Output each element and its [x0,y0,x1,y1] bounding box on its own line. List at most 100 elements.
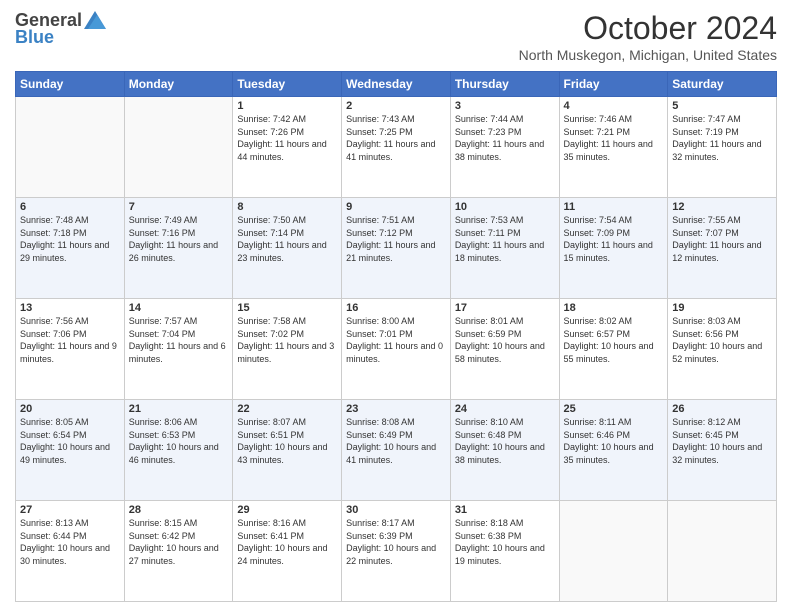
header: General Blue October 2024 North Muskegon… [15,10,777,63]
day-info: Sunrise: 7:57 AMSunset: 7:04 PMDaylight:… [129,315,229,365]
day-number: 7 [129,201,229,213]
table-row: 30Sunrise: 8:17 AMSunset: 6:39 PMDayligh… [342,501,451,602]
col-friday: Friday [559,72,668,97]
table-row: 5Sunrise: 7:47 AMSunset: 7:19 PMDaylight… [668,97,777,198]
day-number: 12 [672,201,772,213]
table-row: 28Sunrise: 8:15 AMSunset: 6:42 PMDayligh… [124,501,233,602]
table-row: 31Sunrise: 8:18 AMSunset: 6:38 PMDayligh… [450,501,559,602]
table-row: 13Sunrise: 7:56 AMSunset: 7:06 PMDayligh… [16,299,125,400]
day-info: Sunrise: 8:10 AMSunset: 6:48 PMDaylight:… [455,416,555,466]
day-number: 15 [237,302,337,314]
table-row: 29Sunrise: 8:16 AMSunset: 6:41 PMDayligh… [233,501,342,602]
table-row: 22Sunrise: 8:07 AMSunset: 6:51 PMDayligh… [233,400,342,501]
table-row: 12Sunrise: 7:55 AMSunset: 7:07 PMDayligh… [668,198,777,299]
table-row: 10Sunrise: 7:53 AMSunset: 7:11 PMDayligh… [450,198,559,299]
day-number: 27 [20,504,120,516]
day-info: Sunrise: 8:13 AMSunset: 6:44 PMDaylight:… [20,517,120,567]
day-number: 2 [346,100,446,112]
logo: General Blue [15,10,106,48]
table-row: 1Sunrise: 7:42 AMSunset: 7:26 PMDaylight… [233,97,342,198]
day-number: 22 [237,403,337,415]
table-row: 21Sunrise: 8:06 AMSunset: 6:53 PMDayligh… [124,400,233,501]
calendar-table: Sunday Monday Tuesday Wednesday Thursday… [15,71,777,602]
day-info: Sunrise: 7:55 AMSunset: 7:07 PMDaylight:… [672,214,772,264]
day-info: Sunrise: 7:42 AMSunset: 7:26 PMDaylight:… [237,113,337,163]
day-info: Sunrise: 7:54 AMSunset: 7:09 PMDaylight:… [564,214,664,264]
day-info: Sunrise: 7:44 AMSunset: 7:23 PMDaylight:… [455,113,555,163]
col-saturday: Saturday [668,72,777,97]
day-info: Sunrise: 8:08 AMSunset: 6:49 PMDaylight:… [346,416,446,466]
table-row: 15Sunrise: 7:58 AMSunset: 7:02 PMDayligh… [233,299,342,400]
table-row: 8Sunrise: 7:50 AMSunset: 7:14 PMDaylight… [233,198,342,299]
day-info: Sunrise: 8:00 AMSunset: 7:01 PMDaylight:… [346,315,446,365]
day-number: 26 [672,403,772,415]
title-block: October 2024 North Muskegon, Michigan, U… [519,10,777,63]
table-row: 27Sunrise: 8:13 AMSunset: 6:44 PMDayligh… [16,501,125,602]
day-info: Sunrise: 8:07 AMSunset: 6:51 PMDaylight:… [237,416,337,466]
day-info: Sunrise: 7:43 AMSunset: 7:25 PMDaylight:… [346,113,446,163]
table-row: 3Sunrise: 7:44 AMSunset: 7:23 PMDaylight… [450,97,559,198]
calendar-header-row: Sunday Monday Tuesday Wednesday Thursday… [16,72,777,97]
table-row [668,501,777,602]
day-number: 24 [455,403,555,415]
table-row [16,97,125,198]
table-row: 23Sunrise: 8:08 AMSunset: 6:49 PMDayligh… [342,400,451,501]
col-monday: Monday [124,72,233,97]
col-sunday: Sunday [16,72,125,97]
day-number: 16 [346,302,446,314]
day-info: Sunrise: 8:16 AMSunset: 6:41 PMDaylight:… [237,517,337,567]
table-row: 7Sunrise: 7:49 AMSunset: 7:16 PMDaylight… [124,198,233,299]
day-number: 10 [455,201,555,213]
day-number: 3 [455,100,555,112]
day-info: Sunrise: 7:50 AMSunset: 7:14 PMDaylight:… [237,214,337,264]
table-row: 9Sunrise: 7:51 AMSunset: 7:12 PMDaylight… [342,198,451,299]
location-title: North Muskegon, Michigan, United States [519,47,777,63]
table-row: 11Sunrise: 7:54 AMSunset: 7:09 PMDayligh… [559,198,668,299]
day-info: Sunrise: 7:53 AMSunset: 7:11 PMDaylight:… [455,214,555,264]
day-number: 31 [455,504,555,516]
day-info: Sunrise: 7:56 AMSunset: 7:06 PMDaylight:… [20,315,120,365]
day-number: 1 [237,100,337,112]
day-info: Sunrise: 7:49 AMSunset: 7:16 PMDaylight:… [129,214,229,264]
day-info: Sunrise: 8:15 AMSunset: 6:42 PMDaylight:… [129,517,229,567]
col-wednesday: Wednesday [342,72,451,97]
table-row: 26Sunrise: 8:12 AMSunset: 6:45 PMDayligh… [668,400,777,501]
day-number: 25 [564,403,664,415]
day-number: 18 [564,302,664,314]
day-info: Sunrise: 7:58 AMSunset: 7:02 PMDaylight:… [237,315,337,365]
day-info: Sunrise: 7:51 AMSunset: 7:12 PMDaylight:… [346,214,446,264]
day-number: 28 [129,504,229,516]
day-info: Sunrise: 8:17 AMSunset: 6:39 PMDaylight:… [346,517,446,567]
day-number: 4 [564,100,664,112]
table-row: 16Sunrise: 8:00 AMSunset: 7:01 PMDayligh… [342,299,451,400]
day-info: Sunrise: 8:12 AMSunset: 6:45 PMDaylight:… [672,416,772,466]
day-number: 14 [129,302,229,314]
table-row: 18Sunrise: 8:02 AMSunset: 6:57 PMDayligh… [559,299,668,400]
day-info: Sunrise: 8:02 AMSunset: 6:57 PMDaylight:… [564,315,664,365]
logo-blue-text: Blue [15,27,54,48]
day-number: 29 [237,504,337,516]
day-info: Sunrise: 7:47 AMSunset: 7:19 PMDaylight:… [672,113,772,163]
page: General Blue October 2024 North Muskegon… [0,0,792,612]
day-number: 8 [237,201,337,213]
table-row: 24Sunrise: 8:10 AMSunset: 6:48 PMDayligh… [450,400,559,501]
day-number: 30 [346,504,446,516]
table-row: 4Sunrise: 7:46 AMSunset: 7:21 PMDaylight… [559,97,668,198]
table-row: 25Sunrise: 8:11 AMSunset: 6:46 PMDayligh… [559,400,668,501]
day-info: Sunrise: 7:48 AMSunset: 7:18 PMDaylight:… [20,214,120,264]
table-row: 14Sunrise: 7:57 AMSunset: 7:04 PMDayligh… [124,299,233,400]
day-number: 11 [564,201,664,213]
day-number: 23 [346,403,446,415]
logo-icon [84,11,106,29]
table-row [124,97,233,198]
month-title: October 2024 [519,10,777,47]
day-info: Sunrise: 8:05 AMSunset: 6:54 PMDaylight:… [20,416,120,466]
day-number: 5 [672,100,772,112]
day-info: Sunrise: 8:18 AMSunset: 6:38 PMDaylight:… [455,517,555,567]
table-row: 17Sunrise: 8:01 AMSunset: 6:59 PMDayligh… [450,299,559,400]
day-number: 6 [20,201,120,213]
table-row: 19Sunrise: 8:03 AMSunset: 6:56 PMDayligh… [668,299,777,400]
day-info: Sunrise: 8:06 AMSunset: 6:53 PMDaylight:… [129,416,229,466]
table-row: 20Sunrise: 8:05 AMSunset: 6:54 PMDayligh… [16,400,125,501]
day-number: 20 [20,403,120,415]
